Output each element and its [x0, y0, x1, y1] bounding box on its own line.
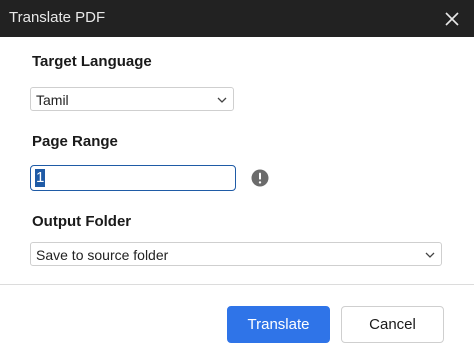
page-range-label: Page Range [32, 133, 118, 150]
cancel-button[interactable]: Cancel [341, 306, 444, 343]
close-button[interactable] [430, 0, 474, 37]
output-folder-value: Save to source folder [36, 247, 169, 263]
footer-divider [0, 284, 474, 285]
output-folder-label: Output Folder [32, 213, 132, 230]
target-language-value: Tamil [36, 92, 69, 108]
translate-button[interactable]: Translate [227, 306, 330, 343]
output-folder-select[interactable]: Save to source folder [30, 242, 442, 266]
target-language-label: Target Language [32, 53, 152, 70]
target-language-select[interactable]: Tamil [30, 87, 234, 111]
chevron-down-icon [425, 252, 435, 258]
title-bar: Translate PDF [0, 0, 474, 37]
close-icon [445, 11, 459, 26]
info-icon[interactable] [251, 169, 269, 187]
chevron-down-icon [217, 97, 227, 103]
page-range-value: 1 [35, 169, 46, 187]
window-title: Translate PDF [9, 9, 106, 26]
page-range-input[interactable]: 1 [30, 165, 236, 191]
